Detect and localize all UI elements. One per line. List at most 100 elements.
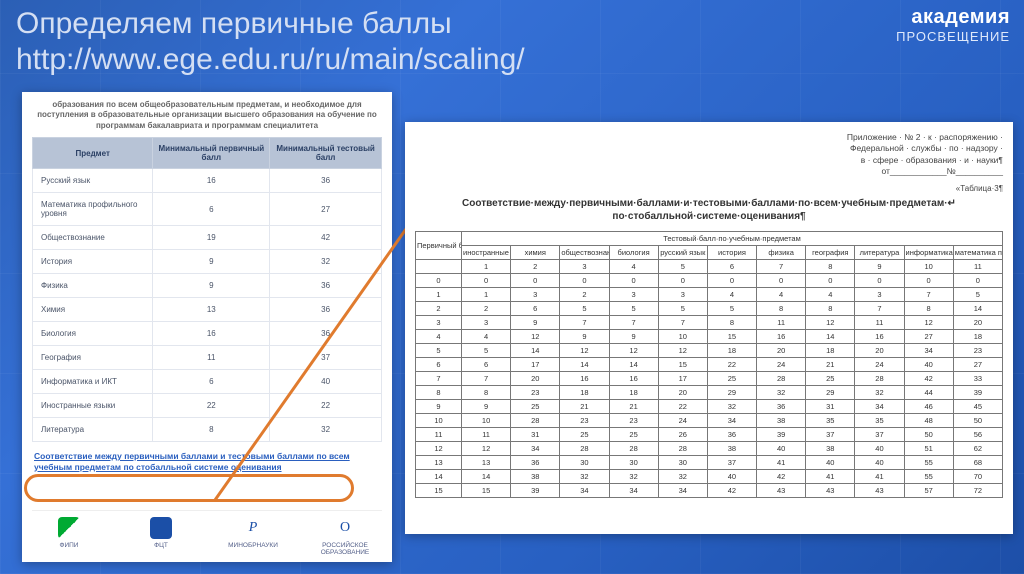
- correspondence-link[interactable]: Соответствие между первичными баллами и …: [32, 448, 382, 475]
- score-cell: 45: [953, 399, 1002, 413]
- score-cell: 32: [855, 385, 904, 399]
- score-cell: 9: [609, 329, 658, 343]
- score-cell: 31: [511, 427, 560, 441]
- score-cell: 13: [462, 455, 511, 469]
- score-cell: 5: [462, 343, 511, 357]
- score-cell: 40: [806, 455, 855, 469]
- score-cell: 14: [806, 329, 855, 343]
- score-cell: 40: [904, 357, 953, 371]
- primary-cell: 6: [416, 357, 462, 371]
- score-cell: 40: [757, 441, 806, 455]
- score-cell: 39: [511, 483, 560, 497]
- score-cell: 46: [904, 399, 953, 413]
- score-cell: 41: [757, 455, 806, 469]
- logo-fct: ФЦТ: [124, 517, 198, 549]
- table-cell: 16: [153, 322, 270, 346]
- table-label: «Таблица·3¶: [415, 184, 1003, 193]
- table-cell: 37: [270, 346, 382, 370]
- score-cell: 4: [757, 287, 806, 301]
- score-cell: 24: [658, 413, 707, 427]
- subject-header: история: [707, 245, 756, 259]
- score-cell: 11: [462, 427, 511, 441]
- score-cell: 39: [757, 427, 806, 441]
- score-cell: 34: [707, 413, 756, 427]
- score-cell: 7: [904, 287, 953, 301]
- table-row: 121234282828384038405162: [416, 441, 1003, 455]
- table-cell: 9: [153, 250, 270, 274]
- score-cell: 32: [560, 469, 609, 483]
- score-cell: 21: [609, 399, 658, 413]
- index-cell: 4: [609, 259, 658, 273]
- score-cell: 8: [707, 315, 756, 329]
- appendix-block: Приложение · № 2 · к · распоряжению · Фе…: [415, 132, 1003, 178]
- score-cell: 28: [658, 441, 707, 455]
- score-cell: 7: [560, 315, 609, 329]
- score-cell: 10: [462, 413, 511, 427]
- table-cell: 6: [153, 370, 270, 394]
- score-cell: 0: [707, 273, 756, 287]
- score-cell: 18: [560, 385, 609, 399]
- table-row: Иностранные языки2222: [33, 394, 382, 418]
- score-cell: 11: [855, 315, 904, 329]
- slide-title: Определяем первичные баллы http://www.eg…: [16, 6, 824, 78]
- score-cell: 34: [855, 399, 904, 413]
- table-cell: 32: [270, 250, 382, 274]
- table-cell: 36: [270, 298, 382, 322]
- table-cell: Литература: [33, 418, 153, 442]
- score-cell: 15: [707, 329, 756, 343]
- table-row: История932: [33, 250, 382, 274]
- fipi-icon: [58, 517, 80, 539]
- table-row: Физика936: [33, 274, 382, 298]
- score-cell: 32: [658, 469, 707, 483]
- score-cell: 8: [904, 301, 953, 315]
- score-cell: 34: [560, 483, 609, 497]
- table-cell: 13: [153, 298, 270, 322]
- col-test: Минимальный тестовый балл: [270, 138, 382, 169]
- table-cell: Обществознание: [33, 226, 153, 250]
- score-cell: 68: [953, 455, 1002, 469]
- score-cell: 37: [707, 455, 756, 469]
- primary-cell: 12: [416, 441, 462, 455]
- score-cell: 18: [609, 385, 658, 399]
- score-cell: 25: [511, 399, 560, 413]
- table-row: 33977781112111220: [416, 315, 1003, 329]
- score-cell: 12: [609, 343, 658, 357]
- score-cell: 37: [855, 427, 904, 441]
- subject-header: физика: [757, 245, 806, 259]
- score-cell: 22: [707, 357, 756, 371]
- table-cell: Биология: [33, 322, 153, 346]
- score-cell: 0: [609, 273, 658, 287]
- score-cell: 15: [462, 483, 511, 497]
- index-cell: 8: [806, 259, 855, 273]
- subject-header: химия: [511, 245, 560, 259]
- table-row: 113233444375: [416, 287, 1003, 301]
- subject-header: информатика и ИКТ: [904, 245, 953, 259]
- score-cell: 8: [757, 301, 806, 315]
- appendix-line: в · сфере · образования · и · науки¶: [415, 155, 1003, 166]
- logo-fipi: ФИПИ: [32, 517, 106, 549]
- score-cell: 16: [609, 371, 658, 385]
- score-cell: 28: [855, 371, 904, 385]
- score-cell: 40: [855, 441, 904, 455]
- index-cell: 7: [757, 259, 806, 273]
- table-row: Математика профильного уровня627: [33, 193, 382, 226]
- score-cell: 51: [904, 441, 953, 455]
- score-cell: 27: [904, 329, 953, 343]
- score-cell: 8: [462, 385, 511, 399]
- brand-line2: ПРОСВЕЩЕНИЕ: [896, 29, 1010, 44]
- score-cell: 6: [511, 301, 560, 315]
- left-document: образования по всем общеобразовательным …: [22, 92, 392, 562]
- score-cell: 33: [953, 371, 1002, 385]
- table-cell: Иностранные языки: [33, 394, 153, 418]
- index-cell: 10: [904, 259, 953, 273]
- score-cell: 8: [806, 301, 855, 315]
- subject-header: иностранные языки: [462, 245, 511, 259]
- table-cell: 22: [270, 394, 382, 418]
- score-cell: 44: [904, 385, 953, 399]
- score-cell: 12: [462, 441, 511, 455]
- score-cell: 5: [707, 301, 756, 315]
- table-cell: Математика профильного уровня: [33, 193, 153, 226]
- table-row: География1137: [33, 346, 382, 370]
- col-subject: Предмет: [33, 138, 153, 169]
- table-row: 101028232324343835354850: [416, 413, 1003, 427]
